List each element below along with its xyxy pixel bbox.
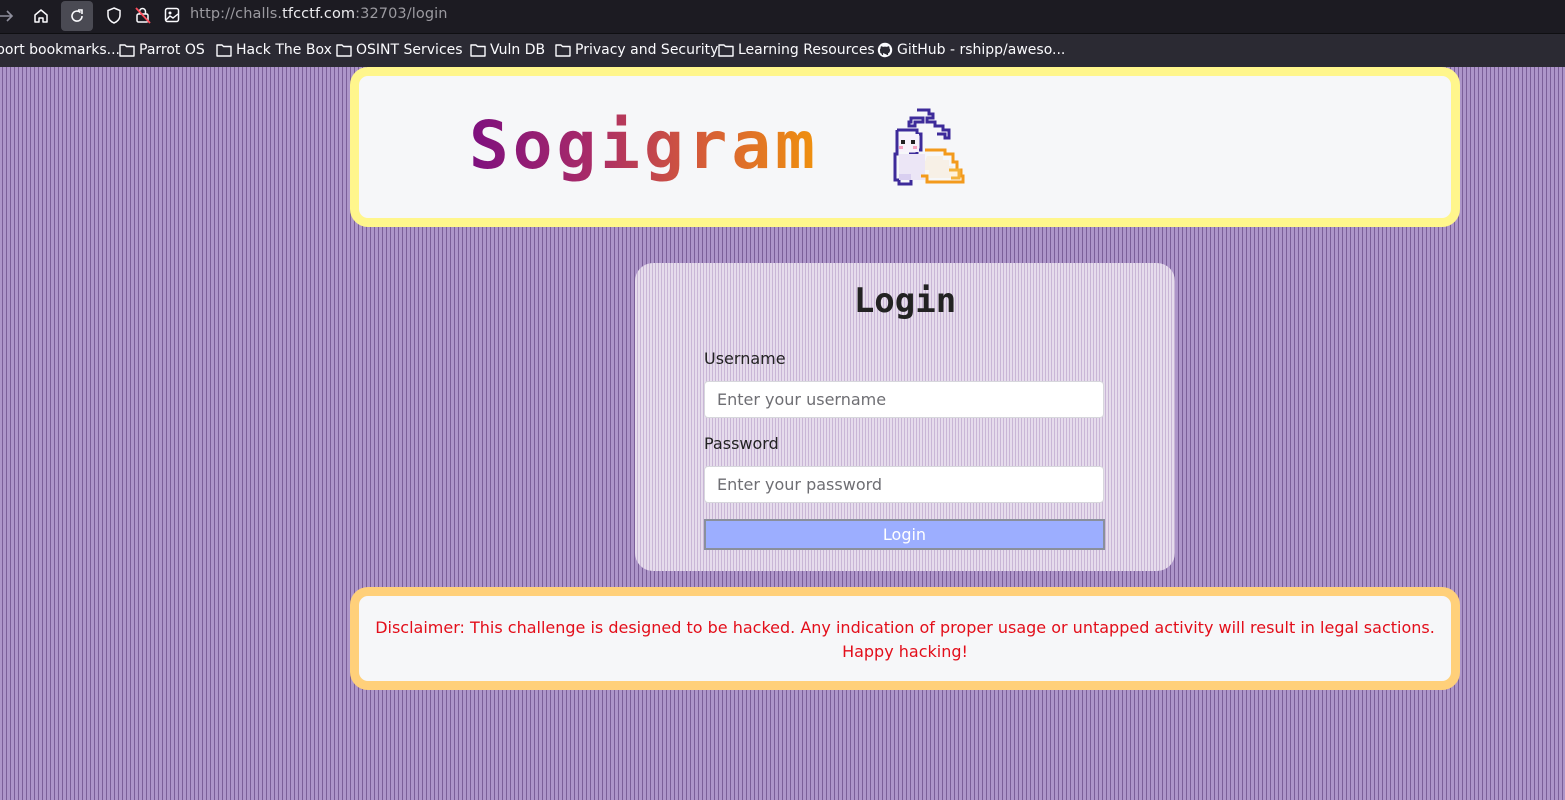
username-input[interactable] [704,381,1104,418]
folder-icon [119,44,135,57]
github-icon [877,42,893,58]
browser-toolbar: http://challs.tfcctf.com:32703/login [0,0,1565,32]
header-banner: Sogigram [350,67,1460,227]
bookmark-label: Privacy and Security [575,42,719,58]
login-title: Login [853,281,957,321]
login-form-card: Login Username Password Login [635,263,1175,571]
folder-icon [216,44,232,57]
disclaimer-text: Disclaimer: This challenge is designed t… [375,618,1435,661]
folder-icon [470,44,486,57]
reload-button[interactable] [61,1,93,31]
bookmark-label: GitHub - rshipp/aweso... [897,42,1066,58]
bookmark-folder-osint-services[interactable]: OSINT Services [336,42,463,58]
reload-icon [71,9,83,22]
bookmark-label: Parrot OS [139,42,205,58]
username-label: Username [704,349,786,368]
url-prefix: http://challs. [190,6,283,22]
password-label: Password [704,434,779,453]
folder-icon [336,44,352,57]
page-image-icon[interactable] [164,7,180,23]
bookmark-label: port bookmarks... [0,42,120,58]
insecure-lock-icon[interactable] [135,6,151,24]
bookmark-label: Learning Resources [738,42,875,58]
bookmark-import[interactable]: port bookmarks... [0,42,120,58]
bookmark-github-rshipp[interactable]: GitHub - rshipp/aweso... [877,42,1065,58]
bookmark-label: Vuln DB [490,42,546,58]
url-suffix: :32703/login [355,6,448,22]
bookmark-folder-learning-resources[interactable]: Learning Resources [718,42,875,58]
home-icon [34,9,48,23]
page-content: Sogigram Login Username Password Login D… [0,67,1565,800]
folder-icon [718,44,734,57]
shield-icon[interactable] [106,7,122,24]
bookmark-folder-parrot-os[interactable]: Parrot OS [119,42,205,58]
arrow-right-icon [0,10,14,22]
site-logo-text[interactable]: Sogigram [469,106,819,186]
bookmarks-bar: port bookmarks... Parrot OS Hack The Box… [0,33,1565,67]
password-input[interactable] [704,466,1104,503]
login-button[interactable]: Login [704,519,1105,550]
home-button[interactable] [28,2,54,30]
url-host: tfcctf.com [282,6,356,22]
folder-icon [555,44,571,57]
bookmark-folder-vuln-db[interactable]: Vuln DB [470,42,545,58]
bookmark-label: Hack The Box [236,42,332,58]
bookmark-folder-privacy-and-security[interactable]: Privacy and Security [555,42,718,58]
bookmark-folder-hack-the-box[interactable]: Hack The Box [216,42,332,58]
bookmark-label: OSINT Services [356,42,463,58]
forward-button[interactable] [0,2,14,30]
rabbit-logo-icon [893,108,965,186]
disclaimer-banner: Disclaimer: This challenge is designed t… [350,587,1460,690]
url-text[interactable]: http://challs.tfcctf.com:32703/login [190,6,448,22]
